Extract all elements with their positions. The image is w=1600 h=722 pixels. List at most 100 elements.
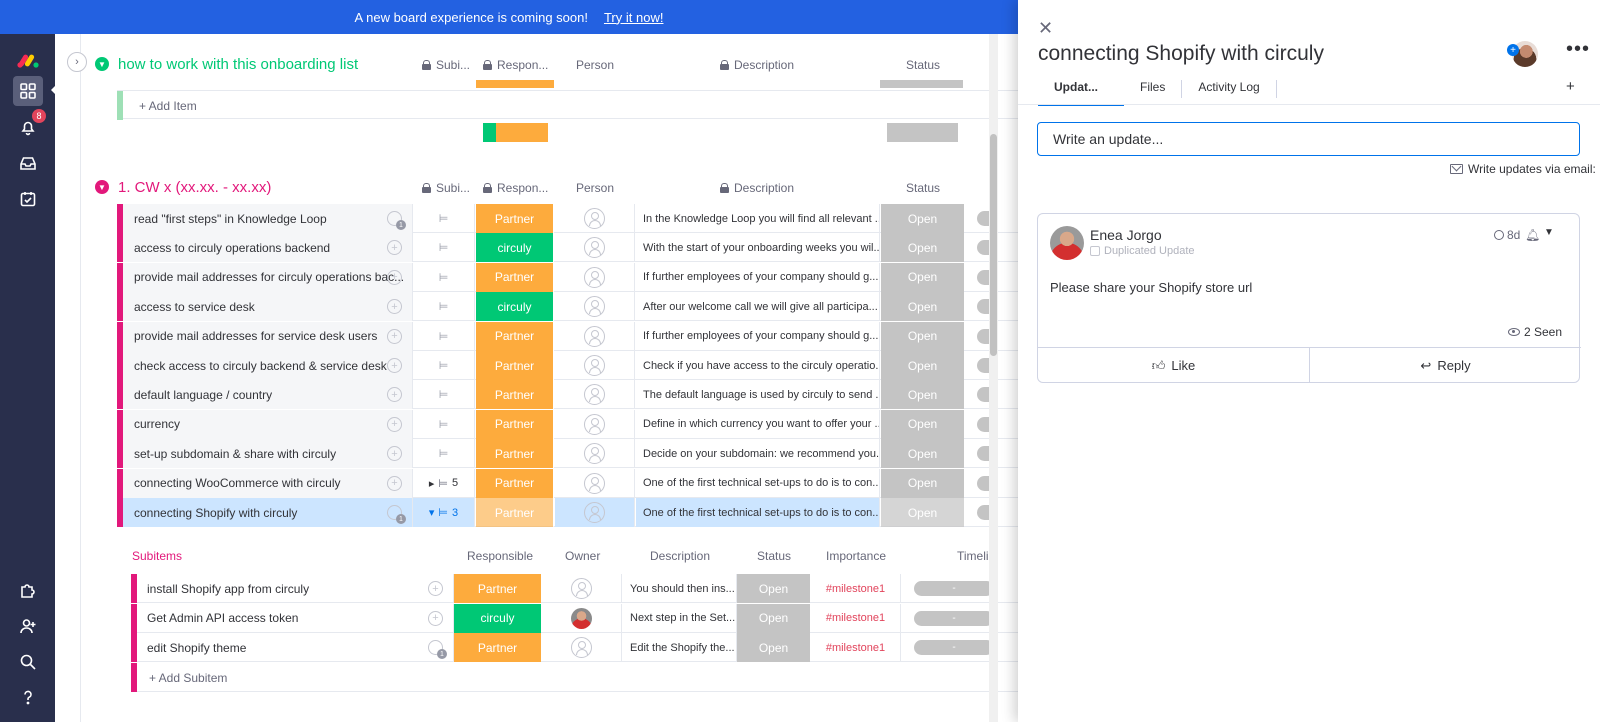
person-cell[interactable] [555,409,635,439]
subitem-row[interactable]: edit Shopify theme Partner Edit the Shop… [131,633,1018,662]
subitems-tree-icon[interactable]: ⊨ [439,271,449,284]
item-name[interactable]: provide mail addresses for circuly opera… [123,262,413,292]
subitem-status-cell[interactable]: Open [737,633,810,662]
table-row[interactable]: currency + ⊨ Partner Define in which cur… [117,409,1018,439]
subitem-status-cell[interactable]: Open [737,574,810,603]
subitems-cell[interactable]: ▾ ⊨ 3 [413,498,475,527]
subitem-responsible-cell[interactable]: circuly [454,603,541,633]
subitem-timeline-cell[interactable]: - [914,640,994,655]
responsible-cell[interactable]: Partner [476,409,554,439]
invite-members-icon[interactable] [13,611,43,641]
person-cell[interactable] [555,439,635,469]
subitems-col-description[interactable]: Description [650,549,710,563]
add-update-icon[interactable]: + [387,416,402,432]
group-header-onboarding[interactable]: ▼ how to work with this onboarding list [95,52,358,76]
subitems-tree-icon[interactable]: ⊨ [439,300,449,313]
subitems-tree-icon[interactable]: ⊨ [439,212,449,225]
add-view-plus-icon[interactable]: + [1566,78,1575,95]
item-name[interactable]: provide mail addresses for service desk … [123,321,413,351]
person-cell[interactable] [555,380,635,410]
subitems-cell[interactable]: ⊨ [413,204,475,233]
description-cell[interactable]: Define in which currency you want to off… [636,409,880,439]
subitems-cell[interactable]: ⊨ [413,321,475,351]
group-title[interactable]: 1. CW x (xx.xx. - xx.xx) [118,179,271,196]
group-header-cw[interactable]: ▼ 1. CW x (xx.xx. - xx.xx) [95,175,271,199]
subitems-col-status[interactable]: Status [757,549,791,563]
scrollbar-thumb[interactable] [990,134,997,356]
status-cell[interactable]: Open [881,204,964,233]
table-row[interactable]: access to service desk + ⊨ circuly After… [117,292,1018,322]
subitem-description-cell[interactable]: You should then ins... [623,574,737,603]
status-cell[interactable]: Open [881,351,964,380]
like-button[interactable]: 👍︎ Like [1038,348,1309,383]
subitem-importance-cell[interactable]: #milestone1 [811,574,901,603]
subitem-status-cell[interactable]: Open [737,603,810,633]
my-work-calendar-icon[interactable] [13,184,43,214]
update-options-caret-icon[interactable]: ▼ [1544,227,1554,238]
help-icon[interactable] [13,682,43,712]
subitem-owner-cell[interactable] [542,603,622,633]
add-update-icon[interactable]: + [387,475,402,491]
board-scrollbar[interactable] [989,34,998,722]
table-row[interactable]: connecting WooCommerce with circuly + ▸ ⊨… [117,468,1018,498]
table-row[interactable]: connecting Shopify with circuly ▾ ⊨ 3 Part… [117,498,1018,527]
subitems-cell[interactable]: ⊨ [413,262,475,292]
column-header-responsible[interactable]: Respon... [483,181,548,195]
status-cell[interactable]: Open [881,468,964,498]
inbox-icon[interactable] [13,148,43,178]
table-row[interactable]: access to circuly operations backend + ⊨… [117,233,1018,263]
subitem-name[interactable]: install Shopify app from circuly [137,574,454,603]
subitems-cell[interactable]: ⊨ [413,409,475,439]
add-update-icon[interactable]: + [428,610,443,626]
status-cell[interactable]: Open [881,439,964,469]
status-cell[interactable]: Open [881,262,964,292]
expand-sidebar-chevron-icon[interactable]: › [67,52,87,72]
subitems-col-owner[interactable]: Owner [565,549,600,563]
expand-subitems-caret-icon[interactable]: ▾ [429,506,435,519]
person-cell[interactable] [555,204,635,233]
subitem-owner-cell[interactable] [542,574,622,603]
responsible-cell[interactable]: Partner [476,380,554,410]
expand-subitems-caret-icon[interactable]: ▸ [429,477,435,490]
status-cell[interactable]: Open [881,409,964,439]
responsible-cell[interactable]: circuly [476,292,554,322]
responsible-cell[interactable]: Partner [476,262,554,292]
subitems-tree-icon[interactable]: ⊨ [439,388,449,401]
author-name[interactable]: Enea Jorgo [1090,227,1162,243]
add-subitem-label[interactable]: + Add Subitem [149,671,227,685]
try-it-now-link[interactable]: Try it now! [604,10,663,25]
subitems-cell[interactable]: ⊨ [413,233,475,263]
group-title[interactable]: how to work with this onboarding list [118,56,358,73]
item-name[interactable]: default language / country [123,380,413,410]
subitems-col-importance[interactable]: Importance [826,549,886,563]
add-update-icon[interactable]: + [387,269,402,285]
add-update-icon[interactable]: + [387,328,402,344]
description-cell[interactable]: The default language is used by circuly … [636,380,880,410]
person-cell[interactable] [555,351,635,380]
item-name[interactable]: check access to circuly backend & servic… [123,351,413,380]
tab-files[interactable]: Files [1124,80,1183,98]
tab-activity-log[interactable]: Activity Log [1182,80,1277,98]
table-row[interactable]: set-up subdomain & share with circuly + … [117,439,1018,469]
description-cell[interactable]: Check if you have access to the circuly … [636,351,880,380]
responsible-cell[interactable]: Partner [476,498,554,527]
add-item-row[interactable]: + Add Item [117,90,1018,120]
add-subscriber-plus-icon[interactable]: + [1507,44,1519,56]
item-name[interactable]: connecting Shopify with circuly [123,498,413,527]
subitem-name[interactable]: Get Admin API access token [137,603,454,633]
column-header-subitems[interactable]: Subi... [422,181,470,195]
column-header-description[interactable]: Description [720,58,794,72]
subitems-tree-icon[interactable]: ⊨ [439,241,449,254]
table-row[interactable]: default language / country + ⊨ Partner T… [117,380,1018,410]
column-header-subitems[interactable]: Subi... [422,58,470,72]
status-cell[interactable]: Open [881,321,964,351]
tab-updates[interactable]: Updat... [1038,80,1124,106]
write-update-input[interactable]: Write an update... [1037,122,1580,156]
close-icon[interactable]: ✕ [1038,18,1053,39]
bell-icon[interactable]: 🔔︎ [1525,228,1540,242]
description-cell[interactable]: Decide on your subdomain: we recommend y… [636,439,880,469]
collapse-group-icon[interactable]: ▼ [95,57,109,71]
description-cell[interactable]: One of the first technical set-ups to do… [636,468,880,498]
description-cell[interactable]: After our welcome call we will give all … [636,292,880,322]
author-avatar[interactable] [1050,226,1084,260]
